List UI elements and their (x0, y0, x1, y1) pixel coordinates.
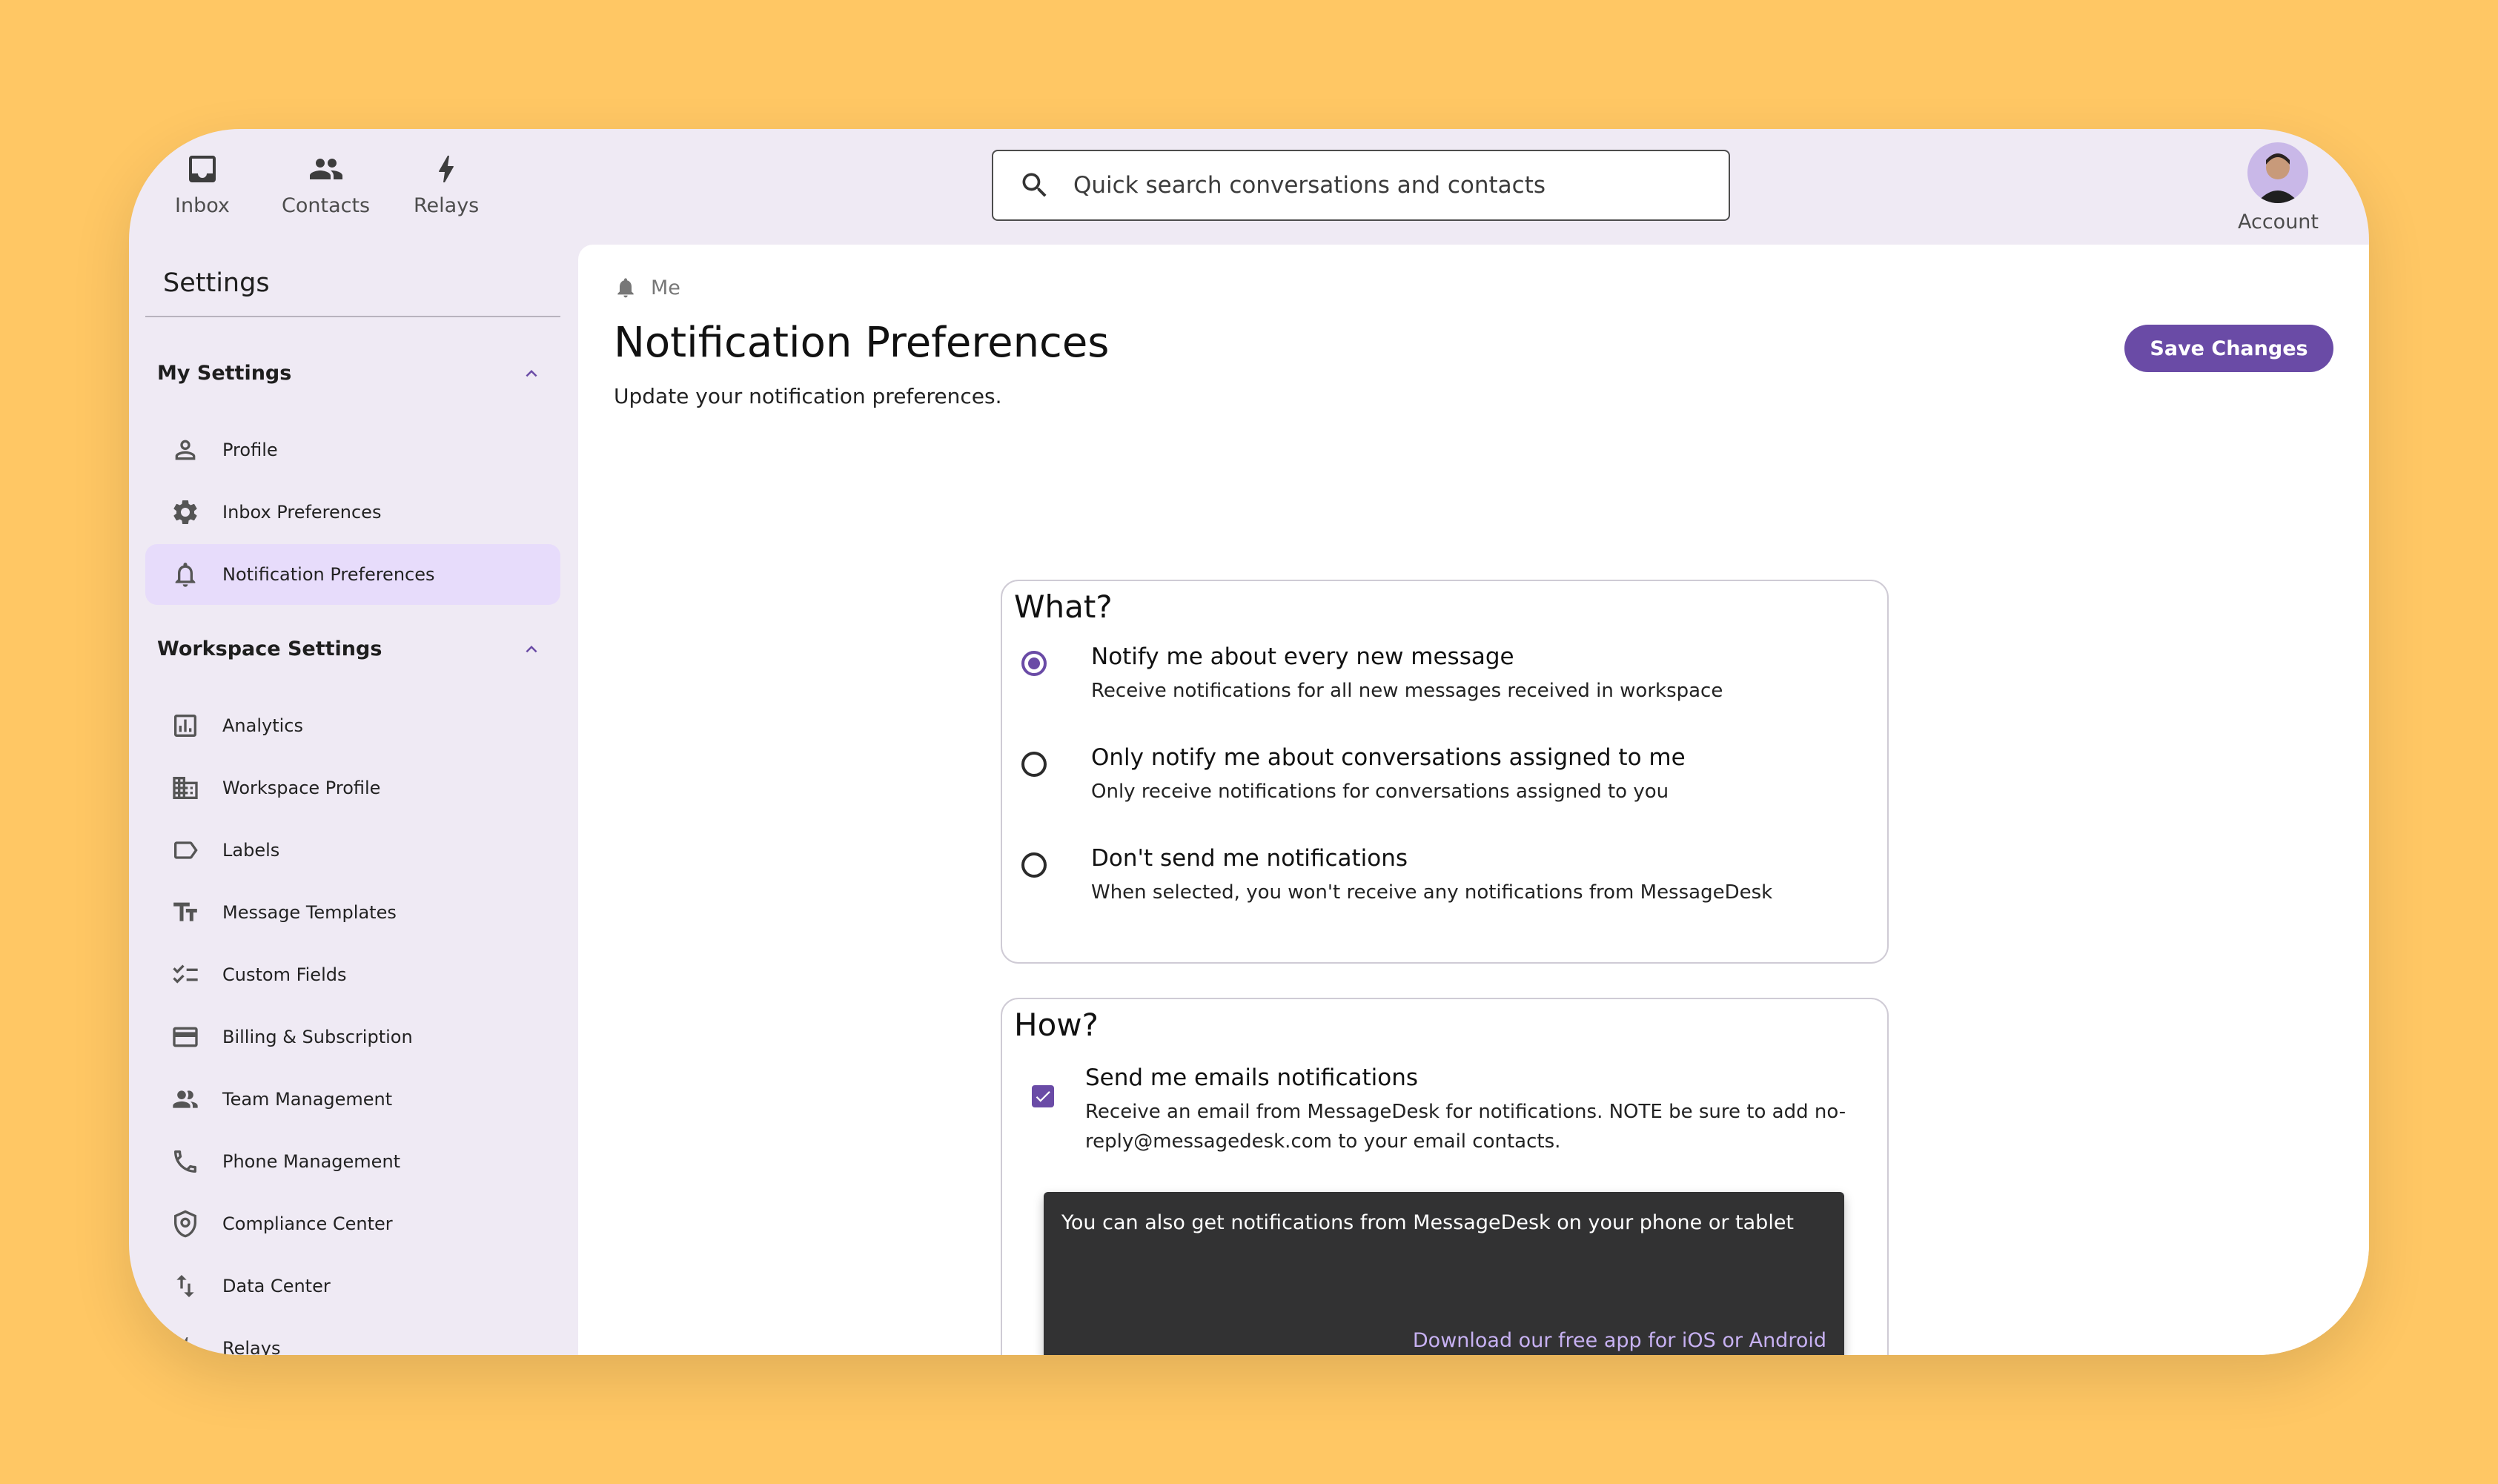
sidebar-item-label: Notification Preferences (222, 564, 435, 585)
gear-icon (173, 500, 197, 524)
nav-inbox-label: Inbox (175, 194, 230, 217)
sidebar-title: Settings (163, 268, 270, 298)
sidebar-item-label: Phone Management (222, 1151, 401, 1172)
option-email-notifications[interactable]: Send me emails notifications Receive an … (1032, 1064, 1846, 1156)
app-window: Inbox Contacts Relays Account Settings M… (129, 129, 2369, 1355)
bolt-icon (179, 1337, 192, 1355)
sidebar-item-workspace-profile[interactable]: Workspace Profile (145, 758, 560, 818)
option-desc: Receive notifications for all new messag… (1091, 680, 1723, 702)
sidebar-item-label: Inbox Preferences (222, 502, 382, 523)
credit-card-icon (173, 1027, 198, 1047)
inbox-icon (188, 156, 216, 182)
nav-relays[interactable]: Relays (414, 151, 479, 217)
sidebar-item-label: Relays (222, 1338, 281, 1355)
sidebar-item-custom-fields[interactable]: Custom Fields (145, 944, 560, 1005)
option-desc-line-2: reply@messagedesk.com to your email cont… (1085, 1130, 1561, 1153)
option-desc: When selected, you won't receive any not… (1091, 881, 1773, 904)
swap-vertical-icon (176, 1275, 194, 1297)
sidebar-item-profile[interactable]: Profile (145, 420, 560, 480)
option-desc: Only receive notifications for conversat… (1091, 781, 1669, 803)
mobile-app-promo: You can also get notifications from Mess… (1044, 1192, 1844, 1355)
email-checkbox[interactable] (1032, 1085, 1054, 1107)
chevron-up-icon (526, 645, 537, 652)
option-title: Send me emails notifications (1085, 1064, 1419, 1091)
account-label: Account (2237, 211, 2319, 233)
sidebar-item-label: Data Center (222, 1276, 331, 1296)
sidebar-divider (145, 316, 560, 317)
what-card: What? Notify me about every new message … (1001, 580, 1889, 964)
sidebar-item-billing[interactable]: Billing & Subscription (145, 1007, 560, 1067)
team-icon (173, 1090, 198, 1108)
page-subtitle: Update your notification preferences. (614, 384, 1002, 408)
account-button[interactable]: Account (2238, 142, 2319, 233)
search-bar[interactable] (992, 150, 1730, 221)
sidebar-item-label: Message Templates (222, 902, 397, 923)
sidebar-item-notification-preferences[interactable]: Notification Preferences (145, 544, 560, 605)
sidebar-item-compliance-center[interactable]: Compliance Center (145, 1193, 560, 1254)
nav-inbox[interactable]: Inbox (175, 151, 230, 217)
sidebar-item-label: Labels (222, 840, 280, 861)
sidebar-item-label: Custom Fields (222, 964, 347, 985)
nav-contacts-label: Contacts (282, 194, 371, 217)
shield-icon (174, 1210, 196, 1238)
option-title: Only notify me about conversations assig… (1091, 744, 1686, 771)
label-icon (174, 841, 198, 859)
breadcrumb-label: Me (651, 276, 680, 299)
option-no-notifications[interactable]: Don't send me notifications When selecte… (1021, 845, 1772, 907)
search-input[interactable] (1072, 171, 1683, 199)
contacts-icon (309, 159, 342, 179)
bell-icon (175, 563, 196, 587)
nav-relays-label: Relays (414, 194, 480, 217)
sidebar-item-team-management[interactable]: Team Management (145, 1069, 560, 1130)
radio-assigned-only[interactable] (1021, 752, 1047, 777)
option-title: Notify me about every new message (1091, 643, 1514, 670)
option-assigned-only[interactable]: Only notify me about conversations assig… (1021, 744, 1686, 806)
sidebar-item-relays[interactable]: Relays (145, 1318, 560, 1355)
promo-text: You can also get notifications from Mess… (1061, 1211, 1795, 1234)
radio-every-message[interactable] (1021, 651, 1047, 676)
sidebar-item-label: Compliance Center (222, 1213, 393, 1234)
nav-contacts[interactable]: Contacts (282, 151, 370, 217)
sidebar-item-label: Analytics (222, 715, 303, 736)
section-workspace-settings-label: Workspace Settings (157, 637, 382, 660)
page-title: Notification Preferences (614, 319, 1110, 367)
search-icon (1022, 173, 1047, 197)
what-card-title: What? (1014, 589, 1113, 625)
sidebar-item-phone-management[interactable]: Phone Management (145, 1131, 560, 1192)
analytics-icon (174, 715, 196, 737)
how-card-title: How? (1014, 1007, 1099, 1043)
bolt-icon (439, 156, 454, 182)
radio-no-notifications[interactable] (1021, 852, 1047, 878)
phone-icon (174, 1150, 196, 1173)
sidebar-item-label: Profile (222, 440, 278, 460)
option-desc-line-1: Receive an email from MessageDesk for no… (1085, 1101, 1846, 1123)
option-every-message[interactable]: Notify me about every new message Receiv… (1021, 643, 1723, 706)
sidebar-item-label: Workspace Profile (222, 778, 381, 798)
bell-icon (617, 278, 634, 298)
sidebar-item-label: Team Management (222, 1089, 393, 1110)
section-my-settings[interactable]: My Settings (157, 362, 543, 385)
breadcrumb[interactable]: Me (614, 276, 680, 299)
person-icon (175, 440, 196, 460)
sidebar-item-data-center[interactable]: Data Center (145, 1256, 560, 1316)
chevron-up-icon (526, 369, 537, 377)
checklist-icon (173, 964, 198, 984)
avatar (2247, 142, 2309, 203)
text-format-icon (173, 902, 197, 921)
how-card: How? Send me emails notifications Receiv… (1001, 998, 1889, 1355)
check-icon (1036, 1091, 1050, 1102)
option-title: Don't send me notifications (1091, 845, 1408, 872)
sidebar-item-message-templates[interactable]: Message Templates (145, 882, 560, 943)
download-app-link[interactable]: Download our free app for iOS or Android (1413, 1329, 1826, 1352)
building-icon (173, 777, 198, 799)
sidebar-item-analytics[interactable]: Analytics (145, 695, 560, 756)
section-workspace-settings[interactable]: Workspace Settings (157, 637, 543, 660)
sidebar-item-inbox-preferences[interactable]: Inbox Preferences (145, 482, 560, 543)
main-content: Me Notification Preferences Update your … (578, 245, 2369, 1355)
sidebar-item-labels[interactable]: Labels (145, 820, 560, 881)
save-button[interactable]: Save Changes (2124, 325, 2333, 372)
sidebar-item-label: Billing & Subscription (222, 1027, 413, 1047)
section-my-settings-label: My Settings (157, 362, 292, 385)
sidebar: Settings My Settings Profile Inbox Prefe… (129, 245, 577, 1355)
